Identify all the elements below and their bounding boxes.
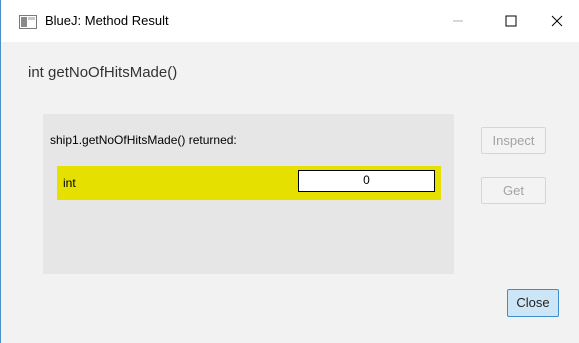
minimize-button[interactable] [435,0,481,42]
title-bar[interactable]: BlueJ: Method Result [1,0,579,42]
result-panel: ship1.getNoOfHitsMade() returned: int 0 [43,114,454,274]
close-window-button[interactable] [534,0,579,42]
bluej-app-icon [19,15,37,29]
inspect-button[interactable]: Inspect [481,127,546,154]
maximize-button[interactable] [488,0,534,42]
method-signature: int getNoOfHitsMade() [28,64,178,81]
maximize-icon [505,15,517,27]
method-result-window: BlueJ: Method Result int getNoOfHitsMade… [0,0,579,343]
returned-label: ship1.getNoOfHitsMade() returned: [50,133,237,147]
close-icon [551,15,563,27]
minimize-icon [452,15,464,27]
result-value-field[interactable]: 0 [298,170,435,192]
window-title: BlueJ: Method Result [45,13,169,28]
close-button[interactable]: Close [507,289,559,317]
get-button[interactable]: Get [481,177,546,204]
result-value-row[interactable]: int 0 [57,166,441,200]
result-type-label: int [63,176,76,190]
